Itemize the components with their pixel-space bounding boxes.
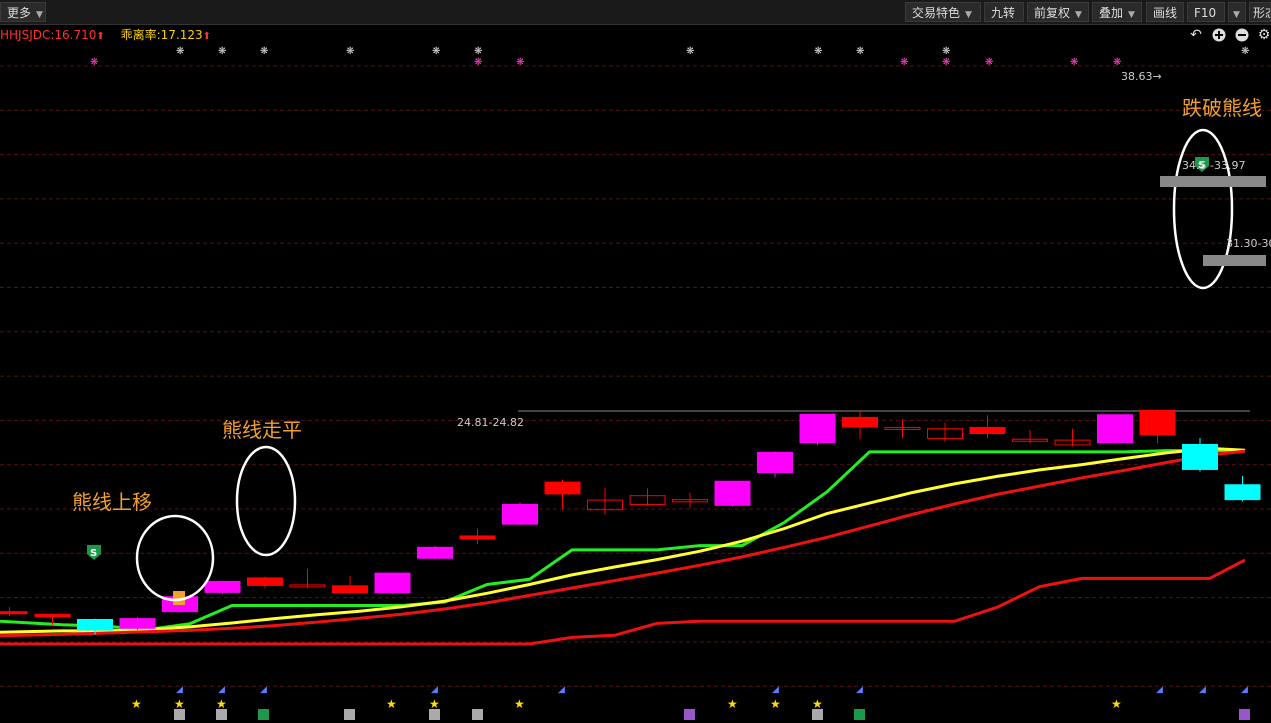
resistance-bar <box>1160 176 1266 187</box>
star-icon: ★ <box>429 697 440 711</box>
candle-body <box>204 580 241 593</box>
candle-body <box>502 503 538 525</box>
candle-body <box>247 577 283 586</box>
flag-icon: ◢ <box>260 685 267 695</box>
star-icon: ★ <box>386 697 397 711</box>
candle-body <box>374 572 411 594</box>
top-marker: ❋ <box>856 46 864 57</box>
top-marker: ❋ <box>942 46 950 57</box>
event-box-icon <box>472 709 483 720</box>
annotation-up-move: 熊线上移 <box>72 490 152 514</box>
top-marker: ❋ <box>1241 46 1249 57</box>
star-icon: ★ <box>131 697 142 711</box>
star-icon: ★ <box>727 697 738 711</box>
candle-body <box>77 619 113 631</box>
top-marker-pink: ❋ <box>516 57 524 68</box>
event-box-icon <box>344 709 355 720</box>
top-marker: ❋ <box>814 46 822 57</box>
bottom-markers: ★ ★ ★ ★ ★ ★ ★ ★ ★ ★ ◢ ◢ ◢ ◢ ◢ ◢ ◢ ◢ ◢ ◢ <box>131 685 1250 720</box>
price-label-high: 38.63→ <box>1121 70 1162 83</box>
star-icon: ★ <box>174 697 185 711</box>
top-marker: ❋ <box>474 46 482 57</box>
flag-icon: ◢ <box>176 685 183 695</box>
star-icon: ★ <box>514 697 525 711</box>
top-marker: ❋ <box>218 46 226 57</box>
s-marker-text: S <box>90 548 97 559</box>
star-icon: ★ <box>216 697 227 711</box>
candle-body <box>1139 409 1176 436</box>
kline-chart[interactable]: ❋ ❋ ❋ ❋ ❋ ❋ ❋ ❋ ❋ ❋ ❋❋ ❋ ❋ ❋ ❋ ❋ ❋ ❋SS 熊线上移 熊线走平 跌破熊线 38.… <box>0 0 1271 723</box>
candle-body <box>1224 484 1261 501</box>
candle-body <box>119 618 156 629</box>
event-box-icon <box>684 709 695 720</box>
candle-body <box>714 480 751 506</box>
price-label-resist-right: -33.97 <box>1210 159 1245 172</box>
price-label-mid: 24.81-24.82 <box>457 416 524 429</box>
flag-icon: ◢ <box>1156 685 1163 695</box>
candle-body <box>459 535 496 540</box>
event-box-icon <box>429 709 440 720</box>
candle-body <box>332 585 368 594</box>
top-marker-pink: ❋ <box>1113 57 1121 68</box>
candle-body <box>799 413 836 444</box>
s-marker: S <box>87 545 101 560</box>
candles <box>0 409 1261 635</box>
star-icon: ★ <box>1111 697 1122 711</box>
top-marker-pink: ❋ <box>942 57 950 68</box>
event-box-icon <box>174 709 185 720</box>
highlight-circle-2 <box>235 445 297 557</box>
candle-body <box>1097 414 1133 444</box>
flag-icon: ◢ <box>218 685 225 695</box>
flag-icon: ◢ <box>558 685 565 695</box>
flag-icon: ◢ <box>1199 685 1206 695</box>
price-label-support: 31.30-30. <box>1226 237 1271 250</box>
event-box-icon <box>216 709 227 720</box>
candle-body <box>0 611 28 615</box>
top-marker-pink: ❋ <box>1070 57 1078 68</box>
price-label-resist: 34.5 <box>1182 159 1207 172</box>
flag-icon: ◢ <box>772 685 779 695</box>
markers: ❋ ❋ ❋ ❋ ❋ ❋ ❋ ❋ ❋ ❋ ❋❋ ❋ ❋ ❋ ❋ ❋ ❋ ❋SS <box>87 46 1249 605</box>
candle-body <box>34 613 71 618</box>
candle-body <box>417 546 453 559</box>
top-marker: ❋ <box>686 46 694 57</box>
top-marker-pink: ❋ <box>985 57 993 68</box>
candle-body <box>842 416 878 428</box>
flag-icon: ◢ <box>856 685 863 695</box>
top-marker-pink: ❋ <box>474 57 482 68</box>
event-box-icon <box>854 709 865 720</box>
top-marker-pink: ❋ <box>90 57 98 68</box>
annotation-break: 跌破熊线 <box>1182 96 1262 120</box>
support-bar <box>1203 255 1266 266</box>
top-marker: ❋ <box>346 46 354 57</box>
top-marker: ❋ <box>260 46 268 57</box>
top-marker-pink: ❋ <box>900 57 908 68</box>
event-box-icon <box>258 709 269 720</box>
flag-icon: ◢ <box>1241 685 1248 695</box>
candle-body <box>969 426 1006 435</box>
annotations: 熊线上移 熊线走平 跌破熊线 38.63→ 24.81-24.82 34.5 -… <box>72 70 1271 602</box>
flag-icon: ◢ <box>431 685 438 695</box>
top-marker: ❋ <box>176 46 184 57</box>
event-box-icon <box>812 709 823 720</box>
candle-body <box>544 481 581 495</box>
top-marker: ❋ <box>432 46 440 57</box>
event-box-icon <box>1239 709 1250 720</box>
annotation-flat: 熊线走平 <box>222 418 302 442</box>
indicator-lines <box>0 446 1246 646</box>
highlight-circle-1 <box>135 514 215 602</box>
grid-lines <box>0 65 1271 687</box>
candle-body <box>1182 444 1218 470</box>
star-icon: ★ <box>812 697 823 711</box>
star-icon: ★ <box>770 697 781 711</box>
candle-body <box>757 451 793 473</box>
